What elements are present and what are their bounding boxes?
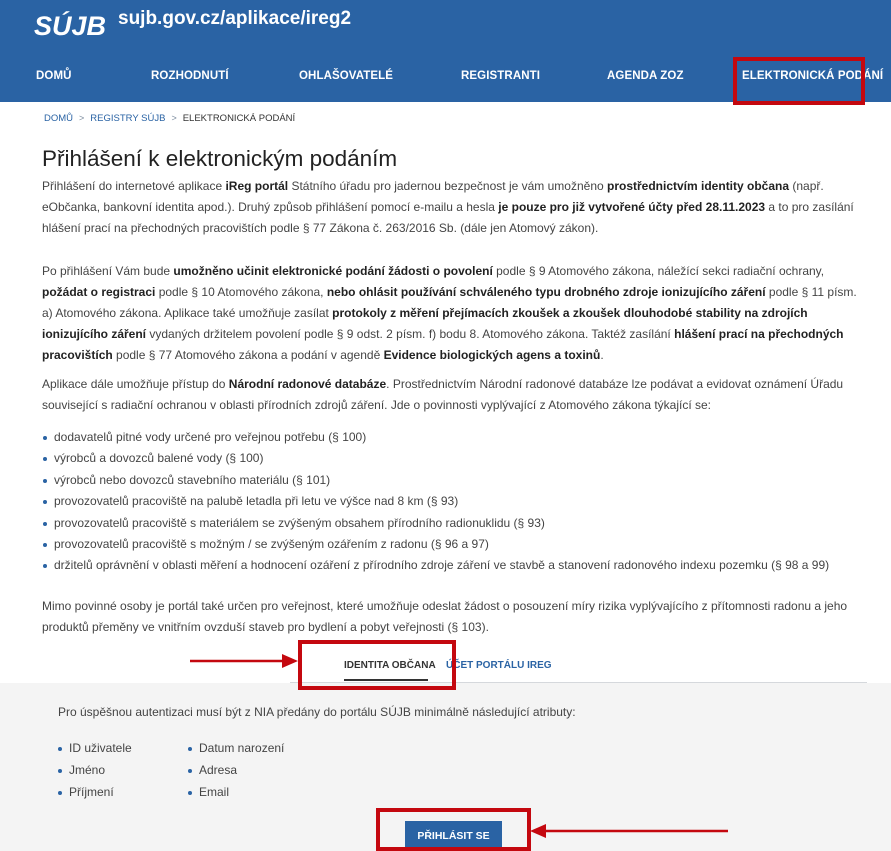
list-item: provozovatelů pracoviště s materiálem se… (42, 513, 829, 534)
tab-ireg-account[interactable]: ÚČET PORTÁLU IREG (446, 660, 552, 671)
list-item: provozovatelů pracoviště s možným / se z… (42, 534, 829, 555)
site-url: sujb.gov.cz/aplikace/ireg2 (118, 8, 352, 29)
public-paragraph: Mimo povinné osoby je portál také určen … (42, 599, 848, 634)
nia-attributes-note: Pro úspěšnou autentizaci musí být z NIA … (58, 705, 576, 719)
breadcrumb-current: ELEKTRONICKÁ PODÁNÍ (182, 113, 296, 124)
sujb-logo[interactable]: SÚJB (34, 10, 110, 38)
attribute-item: Datum narození (187, 741, 284, 755)
radon-paragraph: Aplikace dále umožňuje přístup do Národn… (42, 377, 844, 412)
list-item: provozovatelů pracoviště na palubě letad… (42, 491, 829, 512)
attribute-item: Email (187, 785, 229, 799)
nav-home[interactable]: DOMŮ (36, 70, 72, 82)
nav-registrants[interactable]: REGISTRANTI (461, 70, 540, 82)
breadcrumb-separator: > (171, 113, 177, 123)
list-item: držitelů oprávnění v oblasti měření a ho… (42, 555, 829, 576)
highlight-nav-electronic-submissions (733, 57, 865, 105)
highlight-login-button (376, 808, 531, 851)
attribute-item: Jméno (57, 763, 105, 777)
services-paragraph: Po přihlášení Vám bude umožněno učinit e… (42, 264, 857, 362)
nav-decisions[interactable]: ROZHODNUTÍ (151, 70, 229, 82)
highlight-citizen-identity-tab (298, 640, 456, 690)
page-title: Přihlášení k elektronickým podáním (42, 146, 398, 171)
intro-paragraph: Přihlášení do internetové aplikace iReg … (42, 179, 854, 235)
obligations-list: dodavatelů pitné vody určené pro veřejno… (42, 427, 829, 577)
arrow-right-icon (190, 654, 298, 668)
arrow-left-icon (530, 824, 728, 838)
breadcrumb-separator: > (79, 113, 85, 123)
nav-agenda-zoz[interactable]: AGENDA ZOZ (607, 70, 684, 82)
attribute-item: ID uživatele (57, 741, 132, 755)
top-header-bar: SÚJB sujb.gov.cz/aplikace/ireg2 (0, 0, 891, 42)
breadcrumb: DOMŮ > REGISTRY SÚJB > ELEKTRONICKÁ PODÁNÍ (44, 113, 295, 124)
breadcrumb-home[interactable]: DOMŮ (44, 113, 73, 124)
attribute-item: Adresa (187, 763, 237, 777)
logo-text: SÚJB (34, 10, 106, 38)
breadcrumb-registries[interactable]: REGISTRY SÚJB (90, 113, 165, 124)
nav-notifiers[interactable]: OHLAŠOVATELÉ (299, 70, 393, 82)
attribute-item: Příjmení (57, 785, 114, 799)
list-item: výrobců a dovozců balené vody (§ 100) (42, 448, 829, 469)
list-item: výrobců nebo dovozců stavebního materiál… (42, 470, 829, 491)
list-item: dodavatelů pitné vody určené pro veřejno… (42, 427, 829, 448)
